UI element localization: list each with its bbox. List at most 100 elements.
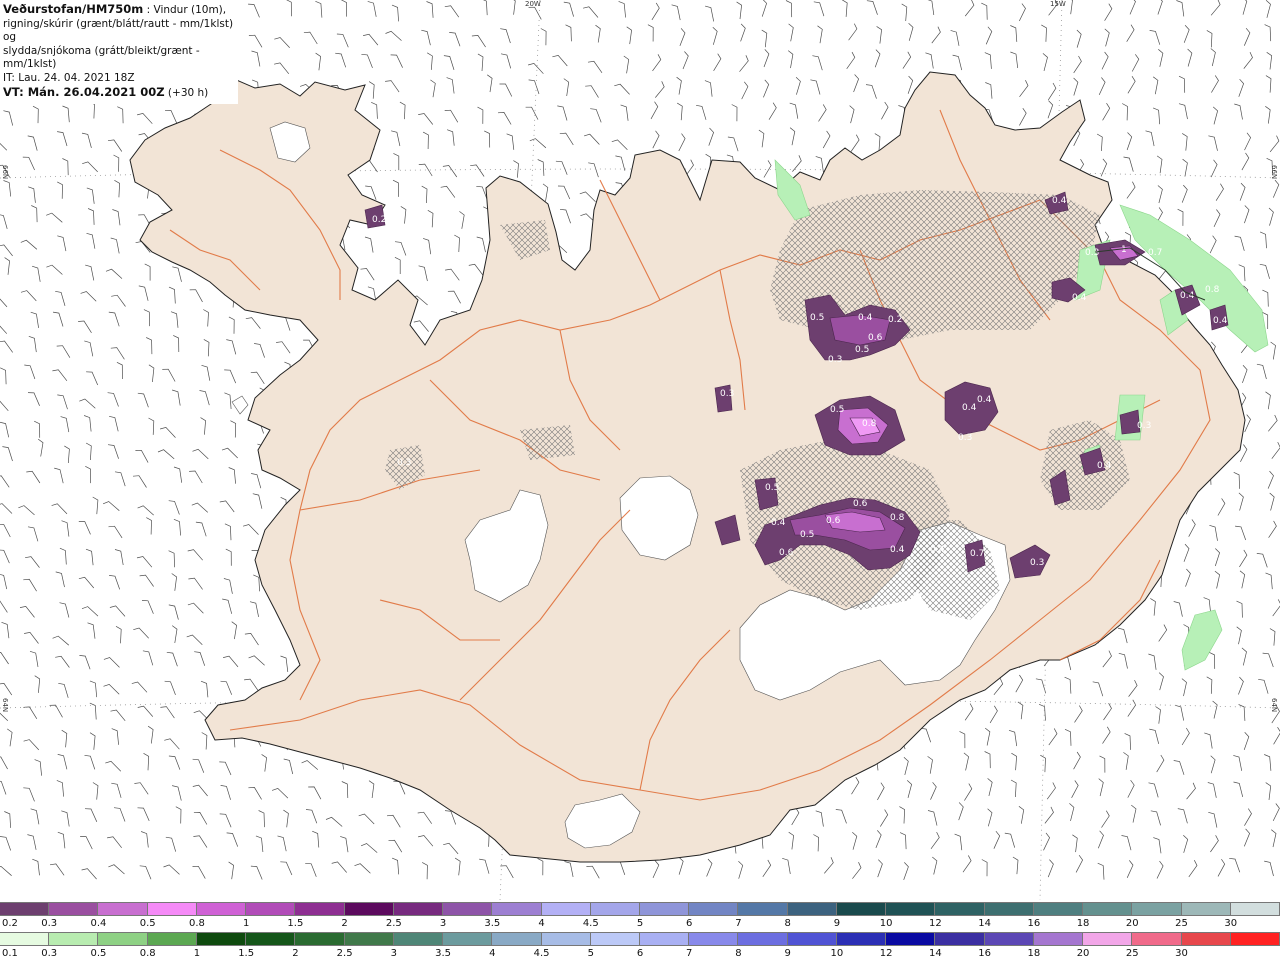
rain-legend-label: 5 — [587, 948, 594, 959]
precip-value: 0.5 — [855, 345, 869, 355]
wind-barb — [160, 427, 176, 438]
wind-barb — [676, 76, 682, 95]
wind-barb — [950, 30, 960, 46]
wind-barb — [1126, 181, 1136, 199]
wind-barb — [559, 132, 574, 146]
wind-barb — [454, 857, 461, 876]
wind-barb — [109, 415, 119, 432]
wind-barb — [85, 465, 91, 484]
wind-barb — [0, 865, 12, 876]
wind-barb — [103, 684, 120, 695]
wind-barb — [51, 503, 68, 515]
wind-barb — [341, 781, 349, 799]
wind-barb — [761, 29, 768, 48]
wind-barb — [0, 652, 9, 665]
wind-barb — [107, 139, 123, 152]
wind-barb — [228, 467, 236, 484]
title-variable: : Vindur (10m), — [143, 4, 227, 16]
wind-barb — [1269, 135, 1280, 153]
wind-barb — [0, 780, 7, 795]
snow-legend-swatch — [984, 902, 1034, 916]
wind-barb — [1177, 808, 1188, 824]
wind-barb — [443, 842, 459, 855]
wind-barb — [484, 130, 491, 148]
wind-barb — [137, 705, 154, 717]
wind-barb — [242, 524, 259, 535]
wind-barb — [985, 82, 993, 99]
color-legends: 0.2 0.3 0.4 0.5 0.8 1 1.5 2 2.5 3 3.5 4 4.5 5 6 7 8 9 10 12… — [0, 902, 1280, 960]
wind-barb — [444, 5, 460, 18]
wind-barb — [114, 179, 120, 198]
wind-barb — [1182, 158, 1188, 177]
wind-barb — [315, 0, 323, 18]
wind-barb — [1238, 704, 1246, 721]
wind-barb — [29, 650, 39, 667]
wind-barb — [157, 449, 175, 460]
wind-barb — [147, 725, 154, 744]
wind-barb — [80, 836, 93, 850]
wind-barb — [446, 77, 455, 94]
wind-barb — [1271, 829, 1277, 848]
wind-barb — [1076, 29, 1082, 48]
wind-barb — [394, 256, 401, 274]
forecast-offset: (+30 h) — [164, 86, 209, 99]
wind-barb — [0, 836, 12, 851]
wind-barb — [301, 760, 319, 770]
wind-barb — [652, 130, 660, 149]
wind-barb — [1127, 779, 1135, 798]
rain-legend-label: 0.3 — [41, 948, 58, 959]
wind-barb — [1017, 701, 1024, 720]
wind-barb — [677, 102, 683, 121]
snow-legend-label: 0.2 — [2, 918, 18, 929]
wind-barb — [148, 417, 155, 435]
wind-barb — [528, 79, 540, 95]
wind-barb — [964, 703, 974, 721]
wind-barb — [1185, 568, 1191, 587]
wind-barb — [26, 470, 41, 484]
wind-barb — [3, 180, 12, 197]
precip-value: 0.4 — [858, 313, 873, 323]
wind-barb — [958, 802, 964, 821]
wind-barb — [173, 518, 181, 536]
wind-barb — [367, 1, 377, 17]
wind-barb — [133, 627, 149, 639]
wind-barb — [1102, 103, 1111, 121]
wind-barb — [61, 810, 70, 827]
rain-legend-swatch — [787, 932, 837, 946]
wind-barb — [224, 392, 232, 410]
wind-barb — [788, 23, 794, 42]
wind-barb — [83, 415, 92, 432]
wind-barb — [876, 26, 882, 44]
rain-legend-swatch — [147, 932, 197, 946]
wind-barb — [368, 780, 375, 799]
valid-time-line: VT: Mán. 26.04.2021 00Z (+30 h) — [3, 85, 234, 101]
rain-legend-label: 4 — [489, 948, 496, 959]
wind-barb — [559, 208, 571, 224]
snow-legend-swatch — [541, 902, 591, 916]
lat-label-64n-left: 64N — [1, 698, 9, 713]
wind-barb — [1244, 132, 1252, 151]
wind-barb — [614, 860, 626, 876]
wind-barb — [87, 208, 95, 225]
wind-barb — [1176, 0, 1185, 17]
wind-barb — [579, 191, 596, 202]
wind-barb — [1258, 678, 1269, 694]
rain-legend-swatch — [246, 932, 296, 946]
wind-barb — [62, 105, 70, 123]
precip-value: 0.4 — [962, 403, 977, 413]
wind-barb — [1242, 0, 1248, 15]
rain-legend-label: 8 — [735, 948, 742, 959]
wind-barb — [903, 862, 909, 881]
wind-barb — [513, 160, 519, 178]
snow-legend-swatch — [147, 902, 197, 916]
wind-barb — [19, 606, 35, 618]
wind-barb — [1018, 806, 1025, 824]
wind-barb — [1233, 781, 1244, 797]
wind-barb — [583, 6, 599, 18]
wind-barb — [1015, 674, 1024, 693]
wind-barb — [1207, 782, 1217, 798]
wind-barb — [34, 759, 42, 776]
wind-barb — [789, 127, 796, 146]
wind-barb — [1178, 75, 1186, 93]
wind-barb — [1241, 152, 1250, 171]
